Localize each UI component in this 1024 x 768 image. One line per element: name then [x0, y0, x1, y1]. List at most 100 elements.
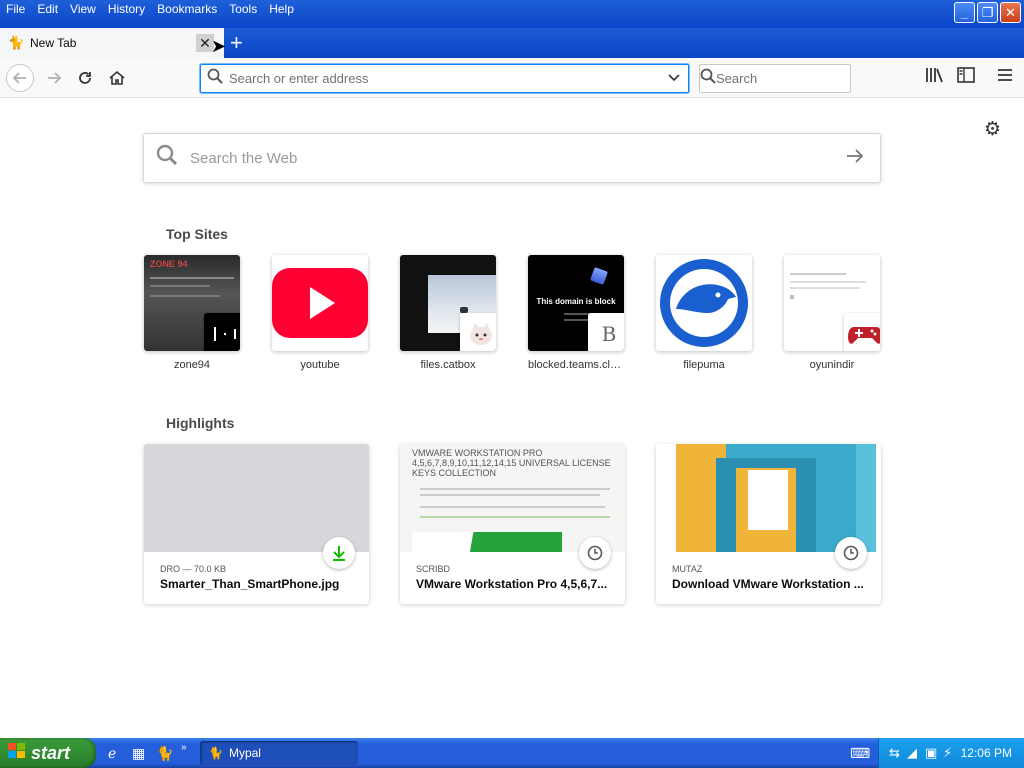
card-thumb-text: VMWARE WORKSTATION PRO 4,5,6,7,8,9,10,11…: [412, 448, 611, 478]
url-input[interactable]: [229, 71, 660, 86]
card-source: MUTAZ: [672, 564, 703, 574]
minimize-button[interactable]: _: [954, 2, 975, 23]
top-site-files-catbox[interactable]: files.catbox: [400, 255, 496, 371]
system-tray: ⇆ ◢ ▣ ⚡ 12:06 PM: [878, 738, 1024, 768]
top-site-filepuma[interactable]: filepuma: [656, 255, 752, 371]
chevron-down-icon[interactable]: [660, 71, 688, 86]
site-label: oyunindir: [809, 359, 855, 371]
card-thumbnail: [144, 444, 369, 552]
menu-bookmarks[interactable]: Bookmarks: [151, 0, 223, 18]
site-thumbnail: [784, 255, 880, 351]
clock: 12:06 PM: [960, 746, 1012, 760]
card-source: DRO — 70.0 KB: [160, 564, 227, 574]
top-site-oyunindir[interactable]: oyunindir: [784, 255, 880, 371]
close-window-button[interactable]: ✕: [1000, 2, 1021, 23]
site-thumbnail: [272, 255, 368, 351]
search-input[interactable]: [716, 71, 892, 86]
windows-logo-icon: [8, 742, 26, 764]
menu-help[interactable]: Help: [263, 0, 300, 18]
library-icon[interactable]: [923, 67, 945, 89]
catbox-cat-icon: [460, 313, 496, 351]
highlight-card[interactable]: VMWARE WORKSTATION PRO 4,5,6,7,8,9,10,11…: [400, 444, 625, 604]
keyboard-icon[interactable]: ⌨: [850, 745, 870, 762]
search-icon: [700, 68, 716, 89]
site-label: filepuma: [683, 359, 725, 371]
start-button[interactable]: start: [0, 738, 96, 768]
zone94-thumb-text: ZONE 94: [150, 259, 188, 269]
search-icon: [144, 144, 190, 172]
forward-arrow-icon: [48, 72, 62, 84]
web-search-input[interactable]: [190, 149, 830, 167]
download-icon: [323, 537, 355, 569]
tab-new-tab[interactable]: 🐈 New Tab ✕: [0, 28, 224, 58]
home-button[interactable]: [103, 64, 131, 92]
menu-tools[interactable]: Tools: [223, 0, 263, 18]
mypal-quicklaunch-icon[interactable]: 🐈: [156, 745, 173, 762]
task-label: Mypal: [228, 746, 261, 760]
card-thumbnail: VMWARE WORKSTATION PRO 4,5,6,7,8,9,10,11…: [400, 444, 625, 552]
back-button[interactable]: [6, 64, 34, 92]
taskbar-item-mypal[interactable]: 🐈 Mypal: [200, 741, 358, 765]
site-label: youtube: [300, 359, 340, 371]
menu-edit[interactable]: Edit: [31, 0, 64, 18]
start-label: start: [31, 742, 71, 763]
card-source: SCRIBD: [416, 564, 451, 574]
clock-icon: [579, 537, 611, 569]
menu-file[interactable]: File: [0, 0, 31, 18]
menu-history[interactable]: History: [102, 0, 151, 18]
search-bar[interactable]: [699, 64, 892, 93]
search-icon: [201, 68, 229, 89]
tab-strip: 🐈 New Tab ✕ +: [0, 28, 1024, 58]
site-thumbnail: ZONE 94: [144, 255, 240, 351]
title-bar: File Edit View History Bookmarks Tools H…: [0, 0, 1024, 28]
search-go-arrow-icon[interactable]: [830, 147, 880, 170]
gear-icon[interactable]: ⚙: [984, 118, 1001, 141]
security-icon[interactable]: ▣: [925, 745, 937, 761]
highlight-card[interactable]: MUTAZ Download VMware Workstation ...: [656, 444, 881, 604]
highlight-card[interactable]: DRO — 70.0 KB Smarter_Than_SmartPhone.jp…: [144, 444, 369, 604]
top-site-youtube[interactable]: youtube: [272, 255, 368, 371]
new-tab-button[interactable]: +: [230, 32, 243, 54]
sidebar-icon[interactable]: [955, 67, 977, 89]
volume-icon[interactable]: ◢: [907, 745, 917, 761]
media-player-icon[interactable]: ▦: [132, 745, 145, 762]
windows-taskbar: start ℯ ▦ 🐈 » 🐈 Mypal ⌨ ⇆ ◢ ▣ ⚡ 12:06 PM: [0, 738, 1024, 768]
new-tab-page: ⚙ Top Sites ZONE 94 zone94 youtube: [0, 98, 1024, 738]
site-thumbnail: [656, 255, 752, 351]
blocked-thumb-text: This domain is block: [536, 297, 616, 306]
top-site-zone94[interactable]: ZONE 94 zone94: [144, 255, 240, 371]
site-label: blocked.teams.clo...: [528, 359, 624, 371]
home-icon: [109, 70, 125, 85]
card-thumbnail: [656, 444, 881, 552]
forward-button[interactable]: [40, 64, 68, 92]
internet-explorer-icon[interactable]: ℯ: [108, 745, 116, 762]
menu-view[interactable]: View: [64, 0, 102, 18]
reload-button[interactable]: [71, 64, 99, 92]
power-icon[interactable]: ⚡: [943, 745, 952, 761]
menu-bar: File Edit View History Bookmarks Tools H…: [0, 0, 300, 18]
network-icon[interactable]: ⇆: [889, 745, 900, 761]
zone94-badge-icon: [204, 313, 240, 351]
filepuma-logo-icon: [660, 259, 748, 347]
maximize-button[interactable]: ❐: [977, 2, 998, 23]
site-thumbnail: This domain is block B: [528, 255, 624, 351]
quicklaunch-expand-icon[interactable]: »: [181, 742, 187, 753]
mypal-favicon-icon: 🐈: [8, 35, 25, 50]
highlights-title: Highlights: [166, 415, 235, 431]
youtube-logo-icon: [272, 268, 368, 338]
card-title: Smarter_Than_SmartPhone.jpg: [160, 577, 340, 591]
hamburger-menu-icon[interactable]: [994, 67, 1016, 89]
game-controller-icon: [844, 313, 880, 351]
tab-title: New Tab: [30, 36, 77, 50]
site-thumbnail: [400, 255, 496, 351]
url-bar[interactable]: [200, 64, 689, 93]
web-search-box[interactable]: [143, 133, 881, 183]
mypal-task-icon: 🐈: [208, 746, 223, 760]
top-site-blocked-teams[interactable]: This domain is block B blocked.teams.clo…: [528, 255, 624, 371]
site-letter-b-icon: B: [588, 313, 624, 351]
mouse-cursor-icon: ➤: [211, 36, 227, 56]
card-title: VMware Workstation Pro 4,5,6,7...: [416, 577, 608, 591]
reload-icon: [79, 72, 91, 84]
vmware-logo-icon: [676, 444, 876, 552]
window-controls: _ ❐ ✕: [954, 2, 1021, 23]
